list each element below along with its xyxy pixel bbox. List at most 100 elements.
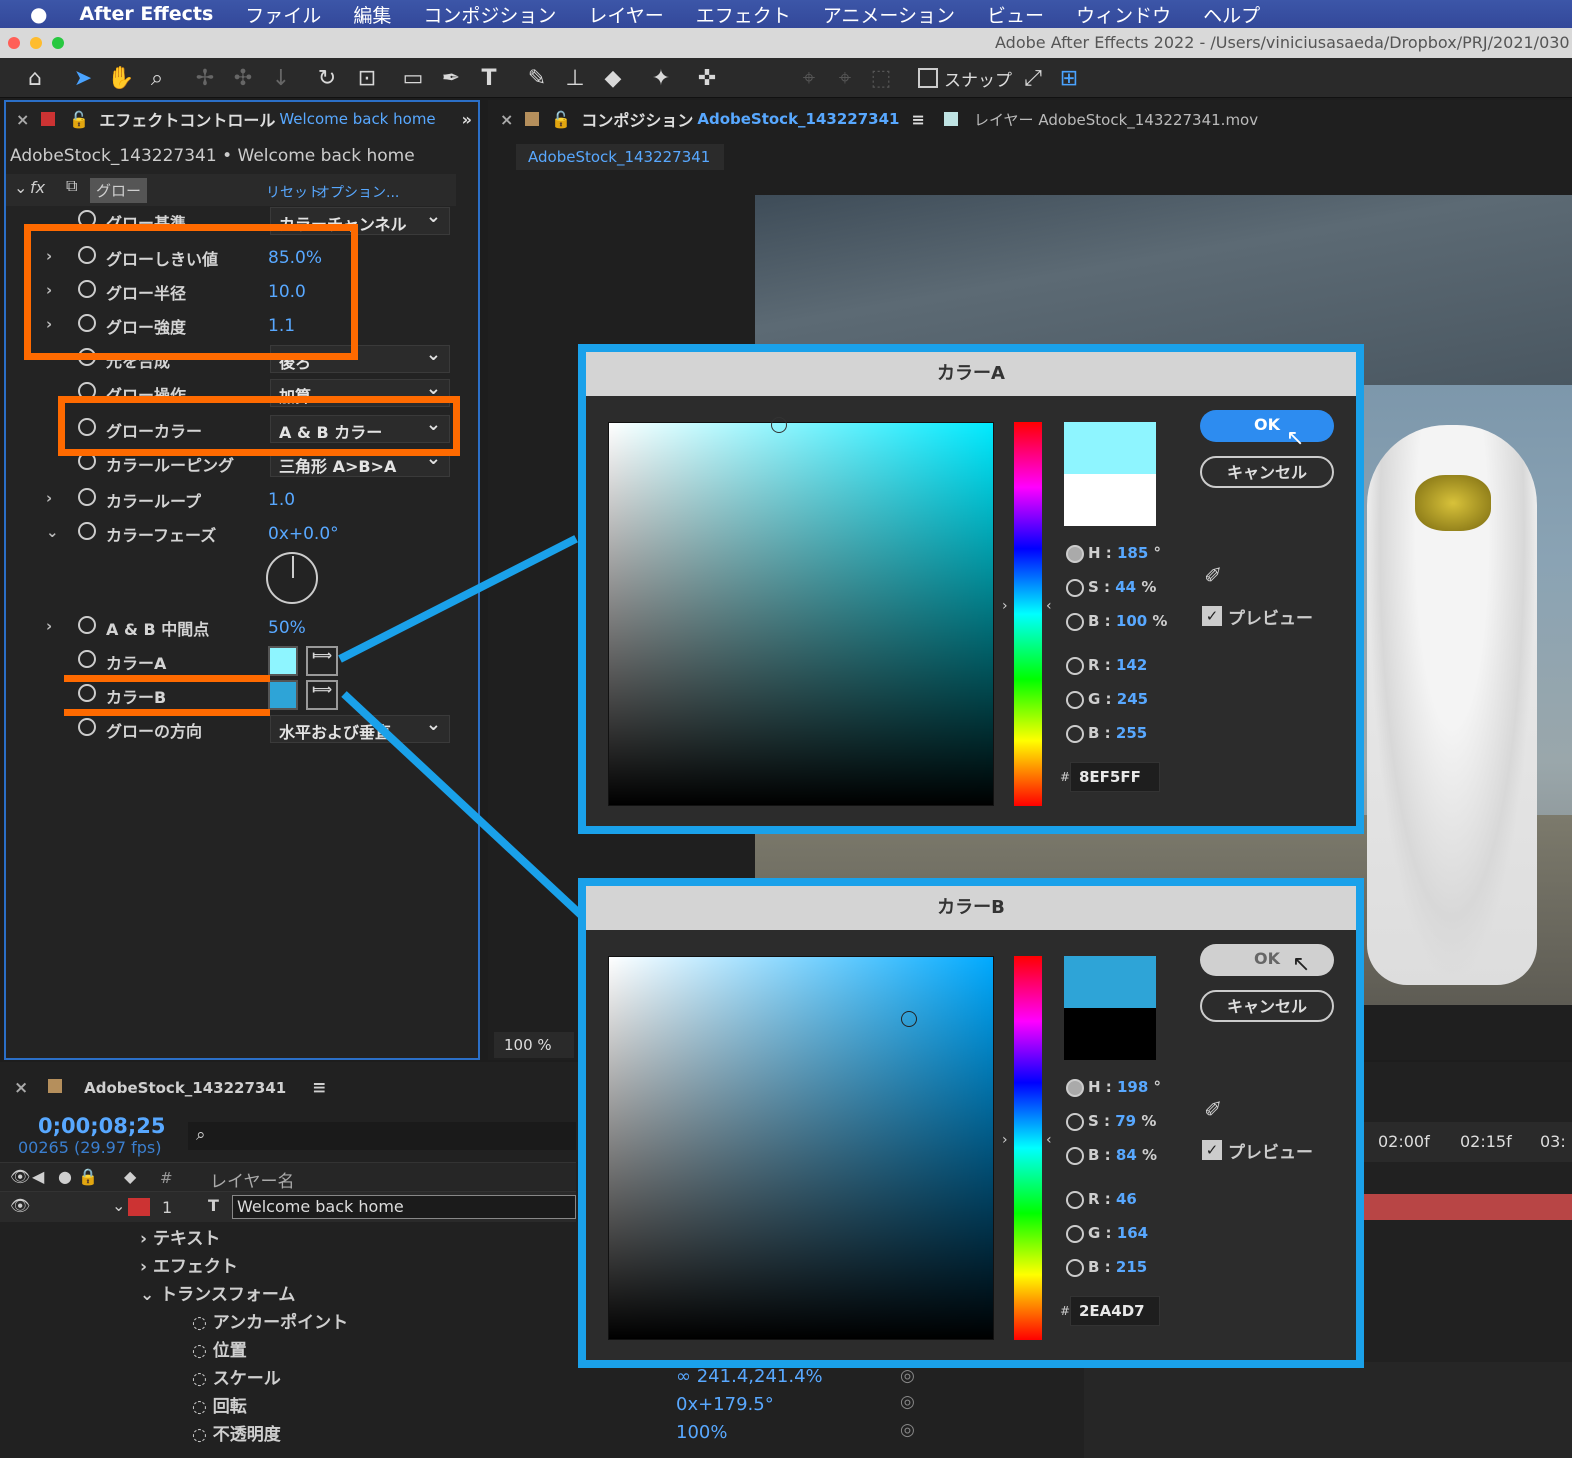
eyedropper-icon[interactable]: ✐	[1204, 564, 1222, 589]
hue-slider-handle-right[interactable]: ‹	[1046, 1132, 1052, 1148]
green-radio[interactable]: G : 245	[1066, 690, 1148, 709]
hand-tool-icon[interactable]: ✋	[106, 64, 136, 92]
stopwatch-icon[interactable]	[78, 650, 96, 668]
menu-layer[interactable]: レイヤー	[588, 1, 663, 28]
expression-icon[interactable]: ◎	[900, 1366, 915, 1386]
panel-menu-icon[interactable]: ≡	[312, 1078, 326, 1098]
snap-edge-icon[interactable]: ⤢	[1018, 64, 1048, 92]
composition-name[interactable]: AdobeStock_143227341	[697, 110, 899, 128]
cancel-button[interactable]: キャンセル	[1200, 990, 1334, 1022]
clone-stamp-tool-icon[interactable]: ⊥	[560, 64, 590, 92]
rotation-tool-icon[interactable]: ↻	[312, 64, 342, 92]
red-radio[interactable]: R : 142	[1066, 656, 1147, 675]
menu-app[interactable]: After Effects	[79, 3, 213, 25]
close-tab-icon[interactable]: ×	[16, 110, 29, 129]
layer-duration-bar[interactable]	[1364, 1194, 1572, 1220]
blue-radio[interactable]: B : 255	[1066, 724, 1147, 743]
pan-camera-icon[interactable]: ✣	[228, 64, 258, 92]
brightness-radio[interactable]: B : 100 %	[1066, 612, 1167, 631]
world-axis-icon[interactable]: ⌖	[830, 64, 860, 92]
lock-icon[interactable]: 🔒	[78, 1167, 98, 1186]
effect-controls-layer[interactable]: Welcome back home	[279, 110, 435, 128]
solo-icon[interactable]: ●	[58, 1167, 72, 1186]
anchor-point-tool-icon[interactable]: ⊡	[352, 64, 382, 92]
rotation-value[interactable]: 0x+179.5°	[676, 1394, 774, 1415]
hue-radio[interactable]: H : 185 °	[1066, 544, 1161, 563]
zoom-window-button[interactable]	[52, 37, 64, 49]
expand-icon[interactable]: ›	[46, 489, 52, 507]
ok-button[interactable]: OK	[1200, 944, 1334, 976]
prop-group-effects[interactable]: › エフェクト	[140, 1252, 238, 1277]
eraser-tool-icon[interactable]: ◆	[598, 64, 628, 92]
layer-tab[interactable]: レイヤー AdobeStock_143227341.mov	[944, 102, 1258, 136]
preview-checkbox[interactable]: ✓	[1202, 1140, 1222, 1160]
view-axis-icon[interactable]: ⬚	[866, 64, 896, 92]
selection-tool-icon[interactable]: ➤	[68, 64, 98, 92]
expand-icon[interactable]: ›	[46, 617, 52, 635]
hue-slider[interactable]	[1014, 956, 1042, 1340]
orbit-camera-icon[interactable]: ✢	[190, 64, 220, 92]
menu-animation[interactable]: アニメーション	[823, 1, 955, 28]
glow-dimensions-dropdown[interactable]: 水平および垂直	[270, 715, 450, 743]
pen-tool-icon[interactable]: ✒	[436, 64, 466, 92]
menu-effect[interactable]: エフェクト	[696, 1, 791, 28]
red-radio[interactable]: R : 46	[1066, 1190, 1137, 1209]
brush-tool-icon[interactable]: ✎	[522, 64, 552, 92]
layer-label-color[interactable]	[128, 1198, 150, 1216]
zoom-level[interactable]: 100 %	[494, 1032, 574, 1058]
saturation-radio[interactable]: S : 79 %	[1066, 1112, 1156, 1131]
opacity-value[interactable]: 100%	[676, 1422, 727, 1443]
hue-radio[interactable]: H : 198 °	[1066, 1078, 1161, 1097]
hue-slider[interactable]	[1014, 422, 1042, 806]
menu-composition[interactable]: コンポジション	[423, 1, 556, 28]
color-field[interactable]	[608, 956, 994, 1340]
layer-expand-icon[interactable]: ⌄	[112, 1196, 125, 1215]
layer-row[interactable]: 👁 ⌄ 1 T Welcome back home	[0, 1192, 576, 1222]
color-phase-dial[interactable]	[266, 552, 318, 604]
color-field[interactable]	[608, 417, 994, 806]
axis-mode-icon[interactable]: ⌖	[794, 64, 824, 92]
color-loops-value[interactable]: 1.0	[268, 490, 295, 510]
eyedropper-icon[interactable]: ⟾	[306, 646, 338, 676]
stopwatch-icon[interactable]	[78, 522, 96, 540]
stopwatch-icon[interactable]	[78, 718, 96, 736]
color-field-cursor[interactable]	[901, 1011, 917, 1027]
layer-name-header[interactable]: レイヤー名	[210, 1167, 295, 1192]
rectangle-tool-icon[interactable]: ▭	[398, 64, 428, 92]
dolly-camera-icon[interactable]: ↓	[266, 64, 296, 92]
composition-tab[interactable]: × 🔓 コンポジション AdobeStock_143227341 ≡	[500, 102, 925, 136]
preview-checkbox[interactable]: ✓	[1202, 606, 1222, 626]
color-b-swatch[interactable]	[268, 680, 298, 710]
snap-grid-icon[interactable]: ⊞	[1054, 64, 1084, 92]
lock-icon[interactable]: 🔓	[69, 110, 89, 129]
prop-group-text[interactable]: › テキスト	[140, 1224, 220, 1249]
prop-group-transform[interactable]: ⌄ トランスフォーム	[140, 1280, 295, 1305]
close-window-button[interactable]	[8, 37, 20, 49]
zoom-tool-icon[interactable]: ⌕	[142, 64, 172, 92]
home-icon[interactable]: ⌂	[20, 64, 50, 92]
audio-icon[interactable]: ◀	[32, 1167, 44, 1186]
cancel-button[interactable]: キャンセル	[1200, 456, 1334, 488]
eyedropper-icon[interactable]: ✐	[1204, 1098, 1222, 1123]
saturation-radio[interactable]: S : 44 %	[1066, 578, 1156, 597]
effect-collapse-icon[interactable]: ⌄	[14, 178, 27, 197]
roto-brush-tool-icon[interactable]: ✦	[646, 64, 676, 92]
close-tab-icon[interactable]: ×	[14, 1078, 28, 1098]
label-icon[interactable]: ◆	[124, 1167, 136, 1186]
effect-reset-link[interactable]: リセット	[266, 182, 322, 202]
effect-options-link[interactable]: オプション...	[316, 182, 399, 202]
stopwatch-icon[interactable]	[78, 684, 96, 702]
stopwatch-icon[interactable]	[78, 616, 96, 634]
eyedropper-icon[interactable]: ⟾	[306, 680, 338, 710]
time-ruler[interactable]: 02:00f 02:15f 03:	[1364, 1122, 1572, 1162]
menu-window[interactable]: ウィンドウ	[1076, 1, 1171, 28]
stopwatch-icon[interactable]	[78, 488, 96, 506]
ab-midpoint-value[interactable]: 50%	[268, 618, 306, 638]
panel-expand-icon[interactable]: »	[462, 110, 472, 129]
menu-view[interactable]: ビュー	[987, 1, 1044, 28]
timeline-tab[interactable]: × AdobeStock_143227341 ≡	[14, 1078, 326, 1098]
color-phase-value[interactable]: 0x+0.0°	[268, 524, 339, 544]
collapse-icon[interactable]: ⌄	[46, 523, 59, 541]
current-timecode[interactable]: 0;00;08;25	[38, 1114, 165, 1138]
green-radio[interactable]: G : 164	[1066, 1224, 1148, 1243]
